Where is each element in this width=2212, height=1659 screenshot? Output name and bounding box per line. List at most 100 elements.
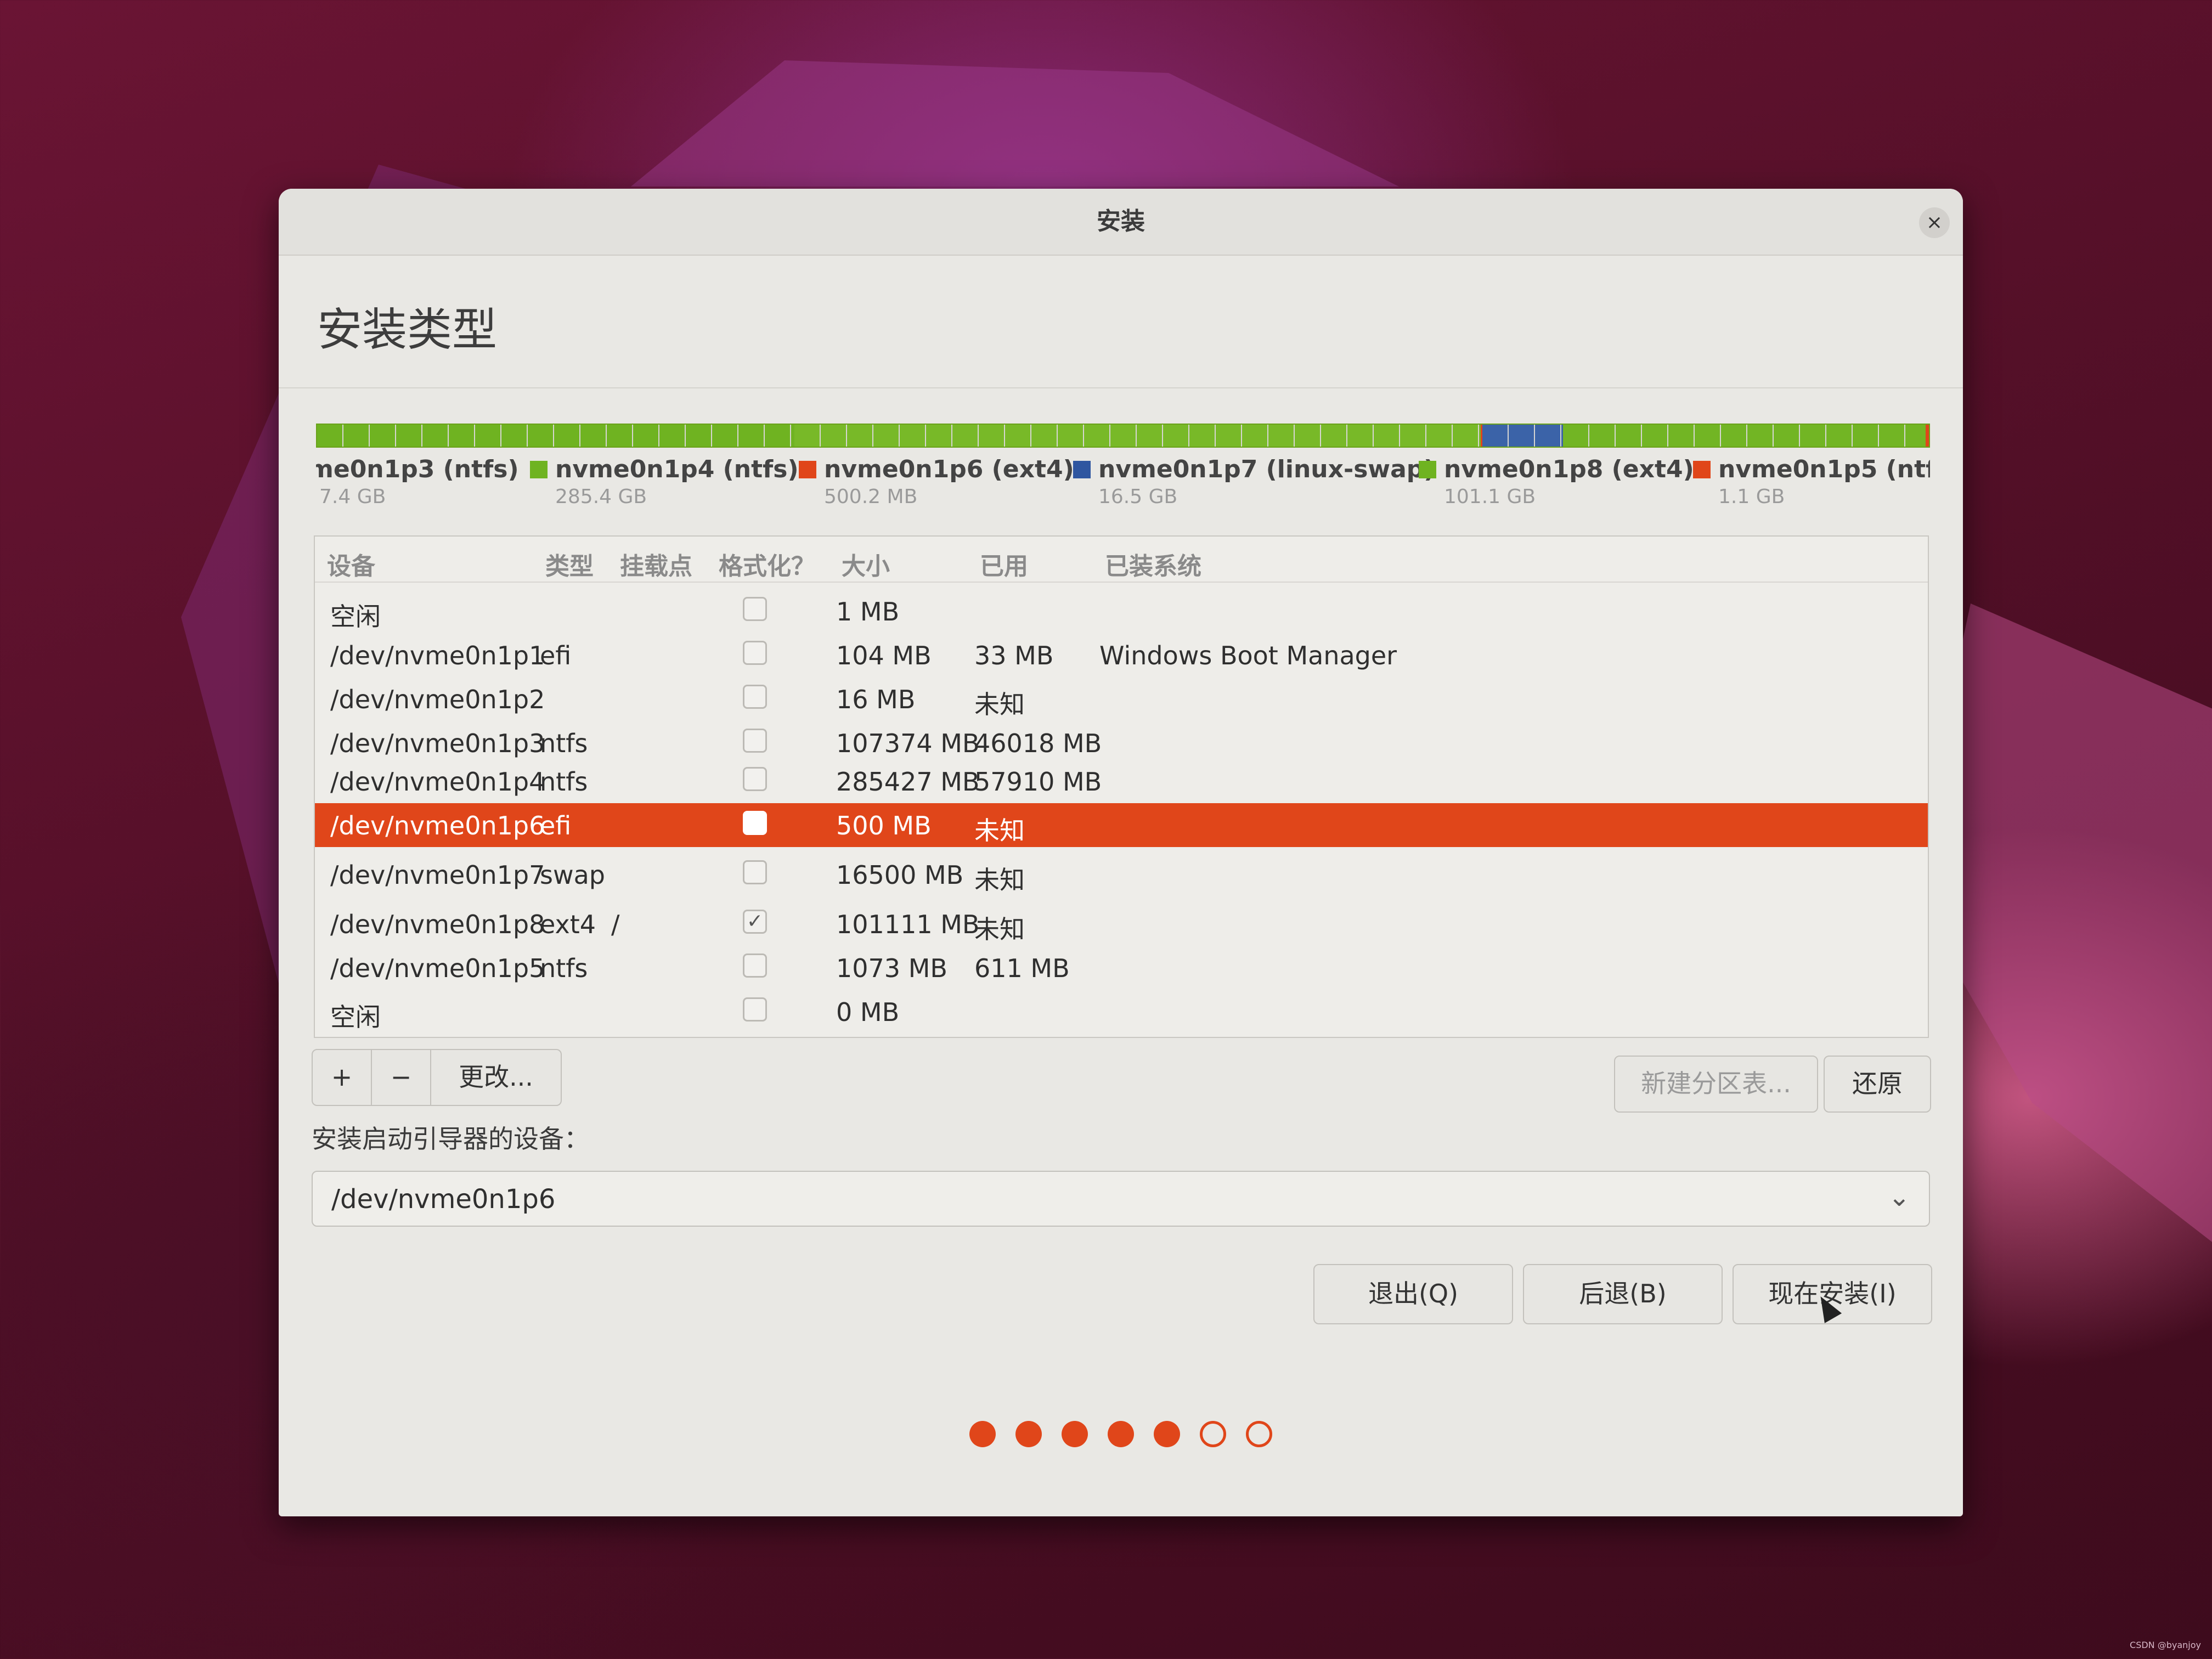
page-title: 安装类型 (317, 304, 498, 356)
step-pending-dot (1246, 1421, 1272, 1447)
cell-used: 未知 (974, 915, 1025, 944)
format-checkbox[interactable] (743, 767, 767, 791)
cell-system: Windows Boot Manager (1099, 641, 1397, 670)
format-checkbox[interactable] (743, 860, 767, 884)
quit-button[interactable]: 退出(Q) (1313, 1264, 1513, 1324)
legend-size: 1.1 GB (1718, 486, 1785, 508)
column-header-format[interactable]: 格式化？ (719, 546, 815, 582)
legend-swatch (799, 460, 816, 478)
partition-bar-segment (1482, 425, 1564, 447)
close-button[interactable]: × (1919, 207, 1950, 238)
cell-device: /dev/nvme0n1p6 (330, 811, 545, 840)
add-partition-button[interactable]: + (312, 1049, 372, 1106)
format-checkbox[interactable] (743, 997, 767, 1022)
table-row[interactable]: /dev/nvme0n1p8 ext4 / 101111 MB 未知 ✓ (315, 902, 1928, 946)
cell-size: 16 MB (836, 685, 916, 714)
table-row[interactable]: 空闲 0 MB (315, 990, 1928, 1034)
cell-type: ntfs (540, 767, 588, 797)
format-checkbox[interactable] (743, 953, 767, 978)
step-complete-dot (1154, 1421, 1180, 1447)
legend-size: 16.5 GB (1098, 486, 1178, 508)
table-row[interactable]: /dev/nvme0n1p3 ntfs 107374 MB 46018 MB (315, 721, 1928, 765)
cell-device: /dev/nvme0n1p7 (330, 860, 545, 890)
cell-used: 未知 (974, 816, 1025, 845)
legend-item: nvme0n1p5 (ntfs) 1.1 GB (1693, 455, 1930, 508)
minus-icon: − (390, 1062, 412, 1092)
table-row[interactable]: 空闲 1 MB (315, 589, 1928, 633)
cell-type: ntfs (540, 953, 588, 983)
format-checkbox[interactable] (743, 685, 767, 709)
format-checkbox[interactable] (743, 811, 767, 835)
change-partition-button[interactable]: 更改... (430, 1049, 562, 1106)
column-header-system[interactable]: 已装系统 (1105, 546, 1201, 582)
cell-mount: / (611, 910, 620, 939)
table-row[interactable]: /dev/nvme0n1p7 swap 16500 MB 未知 (315, 853, 1928, 896)
step-complete-dot (1015, 1421, 1042, 1447)
table-row[interactable]: /dev/nvme0n1p2 16 MB 未知 (315, 677, 1928, 721)
cell-used: 611 MB (974, 953, 1070, 983)
legend-label: nvme0n1p7 (linux-swap) (1098, 455, 1435, 483)
legend-item: nvme0n1p7 (linux-swap) 16.5 GB (1073, 455, 1435, 508)
cell-size: 107374 MB (836, 729, 980, 758)
table-header: 设备 类型 挂载点 格式化？ 大小 已用 已装系统 (315, 537, 1928, 583)
column-header-mount[interactable]: 挂载点 (620, 546, 692, 582)
chevron-down-icon: ⌄ (1888, 1182, 1910, 1212)
legend-label: nvme0n1p6 (ext4) (824, 455, 1074, 483)
legend-item: nvme0n1p8 (ext4) 101.1 GB (1419, 455, 1694, 508)
column-header-device[interactable]: 设备 (327, 546, 375, 582)
table-row[interactable]: /dev/nvme0n1p6 efi 500 MB 未知 (315, 803, 1928, 847)
format-checkbox[interactable] (743, 597, 767, 621)
remove-partition-button[interactable]: − (371, 1049, 431, 1106)
header-divider (279, 387, 1963, 388)
cell-used: 未知 (974, 865, 1025, 895)
cell-used: 57910 MB (974, 767, 1102, 797)
cell-size: 1 MB (836, 597, 900, 627)
cell-device: /dev/nvme0n1p2 (330, 685, 545, 714)
step-complete-dot (969, 1421, 996, 1447)
table-row[interactable]: /dev/nvme0n1p5 ntfs 1073 MB 611 MB (315, 946, 1928, 990)
format-checkbox[interactable] (743, 641, 767, 665)
cell-device: 空闲 (330, 1002, 381, 1032)
cell-size: 104 MB (836, 641, 932, 670)
cell-size: 16500 MB (836, 860, 964, 890)
step-complete-dot (1108, 1421, 1134, 1447)
format-checkbox[interactable] (743, 729, 767, 753)
legend-label: me0n1p3 (ntfs) (316, 455, 519, 483)
column-header-size[interactable]: 大小 (842, 546, 890, 582)
back-button[interactable]: 后退(B) (1523, 1264, 1723, 1324)
partition-legend: me0n1p3 (ntfs) 7.4 GB nvme0n1p4 (ntfs) 285.… (316, 455, 1930, 516)
partition-bar-segment (1563, 425, 1926, 447)
format-checkbox[interactable]: ✓ (743, 910, 767, 934)
cell-type: swap (540, 860, 605, 890)
legend-label: nvme0n1p5 (ntfs) (1718, 455, 1930, 483)
cell-device: /dev/nvme0n1p3 (330, 729, 545, 758)
cell-size: 1073 MB (836, 953, 947, 983)
bootloader-device-value: /dev/nvme0n1p6 (331, 1184, 556, 1215)
column-header-used[interactable]: 已用 (980, 546, 1028, 582)
legend-swatch (1693, 460, 1711, 478)
step-complete-dot (1062, 1421, 1088, 1447)
cell-device: /dev/nvme0n1p5 (330, 953, 545, 983)
table-row[interactable]: /dev/nvme0n1p1 efi 104 MB 33 MB Windows Boot… (315, 633, 1928, 677)
partition-bar-segment (1926, 425, 1929, 447)
revert-button[interactable]: 还原 (1824, 1056, 1931, 1113)
cell-size: 101111 MB (836, 910, 980, 939)
legend-item: nvme0n1p6 (ext4) 500.2 MB (799, 455, 1074, 508)
bootloader-device-select[interactable]: /dev/nvme0n1p6 ⌄ (312, 1171, 1930, 1227)
wallpaper-shape (631, 60, 1399, 187)
legend-label: nvme0n1p4 (ntfs) (555, 455, 799, 483)
window-title: 安装 (1097, 207, 1145, 235)
installer-window: 安装 × 安装类型 me0n1p3 (ntfs) 7.4 GB nvme0n1p4 … (279, 189, 1963, 1516)
watermark: CSDN @byanjoy (2130, 1640, 2201, 1650)
partition-bar-segment (794, 425, 1481, 447)
bootloader-device-label: 安装启动引导器的设备： (312, 1124, 589, 1154)
legend-item: me0n1p3 (ntfs) 7.4 GB (316, 455, 519, 508)
table-row[interactable]: /dev/nvme0n1p4 ntfs 285427 MB 57910 MB (315, 759, 1928, 803)
new-partition-table-button[interactable]: 新建分区表... (1614, 1056, 1818, 1113)
legend-size: 500.2 MB (824, 486, 918, 508)
title-bar[interactable]: 安装 × (279, 189, 1963, 256)
column-header-type[interactable]: 类型 (545, 546, 594, 582)
cell-used: 未知 (974, 690, 1025, 719)
step-pending-dot (1200, 1421, 1226, 1447)
cell-device: 空闲 (330, 602, 381, 631)
